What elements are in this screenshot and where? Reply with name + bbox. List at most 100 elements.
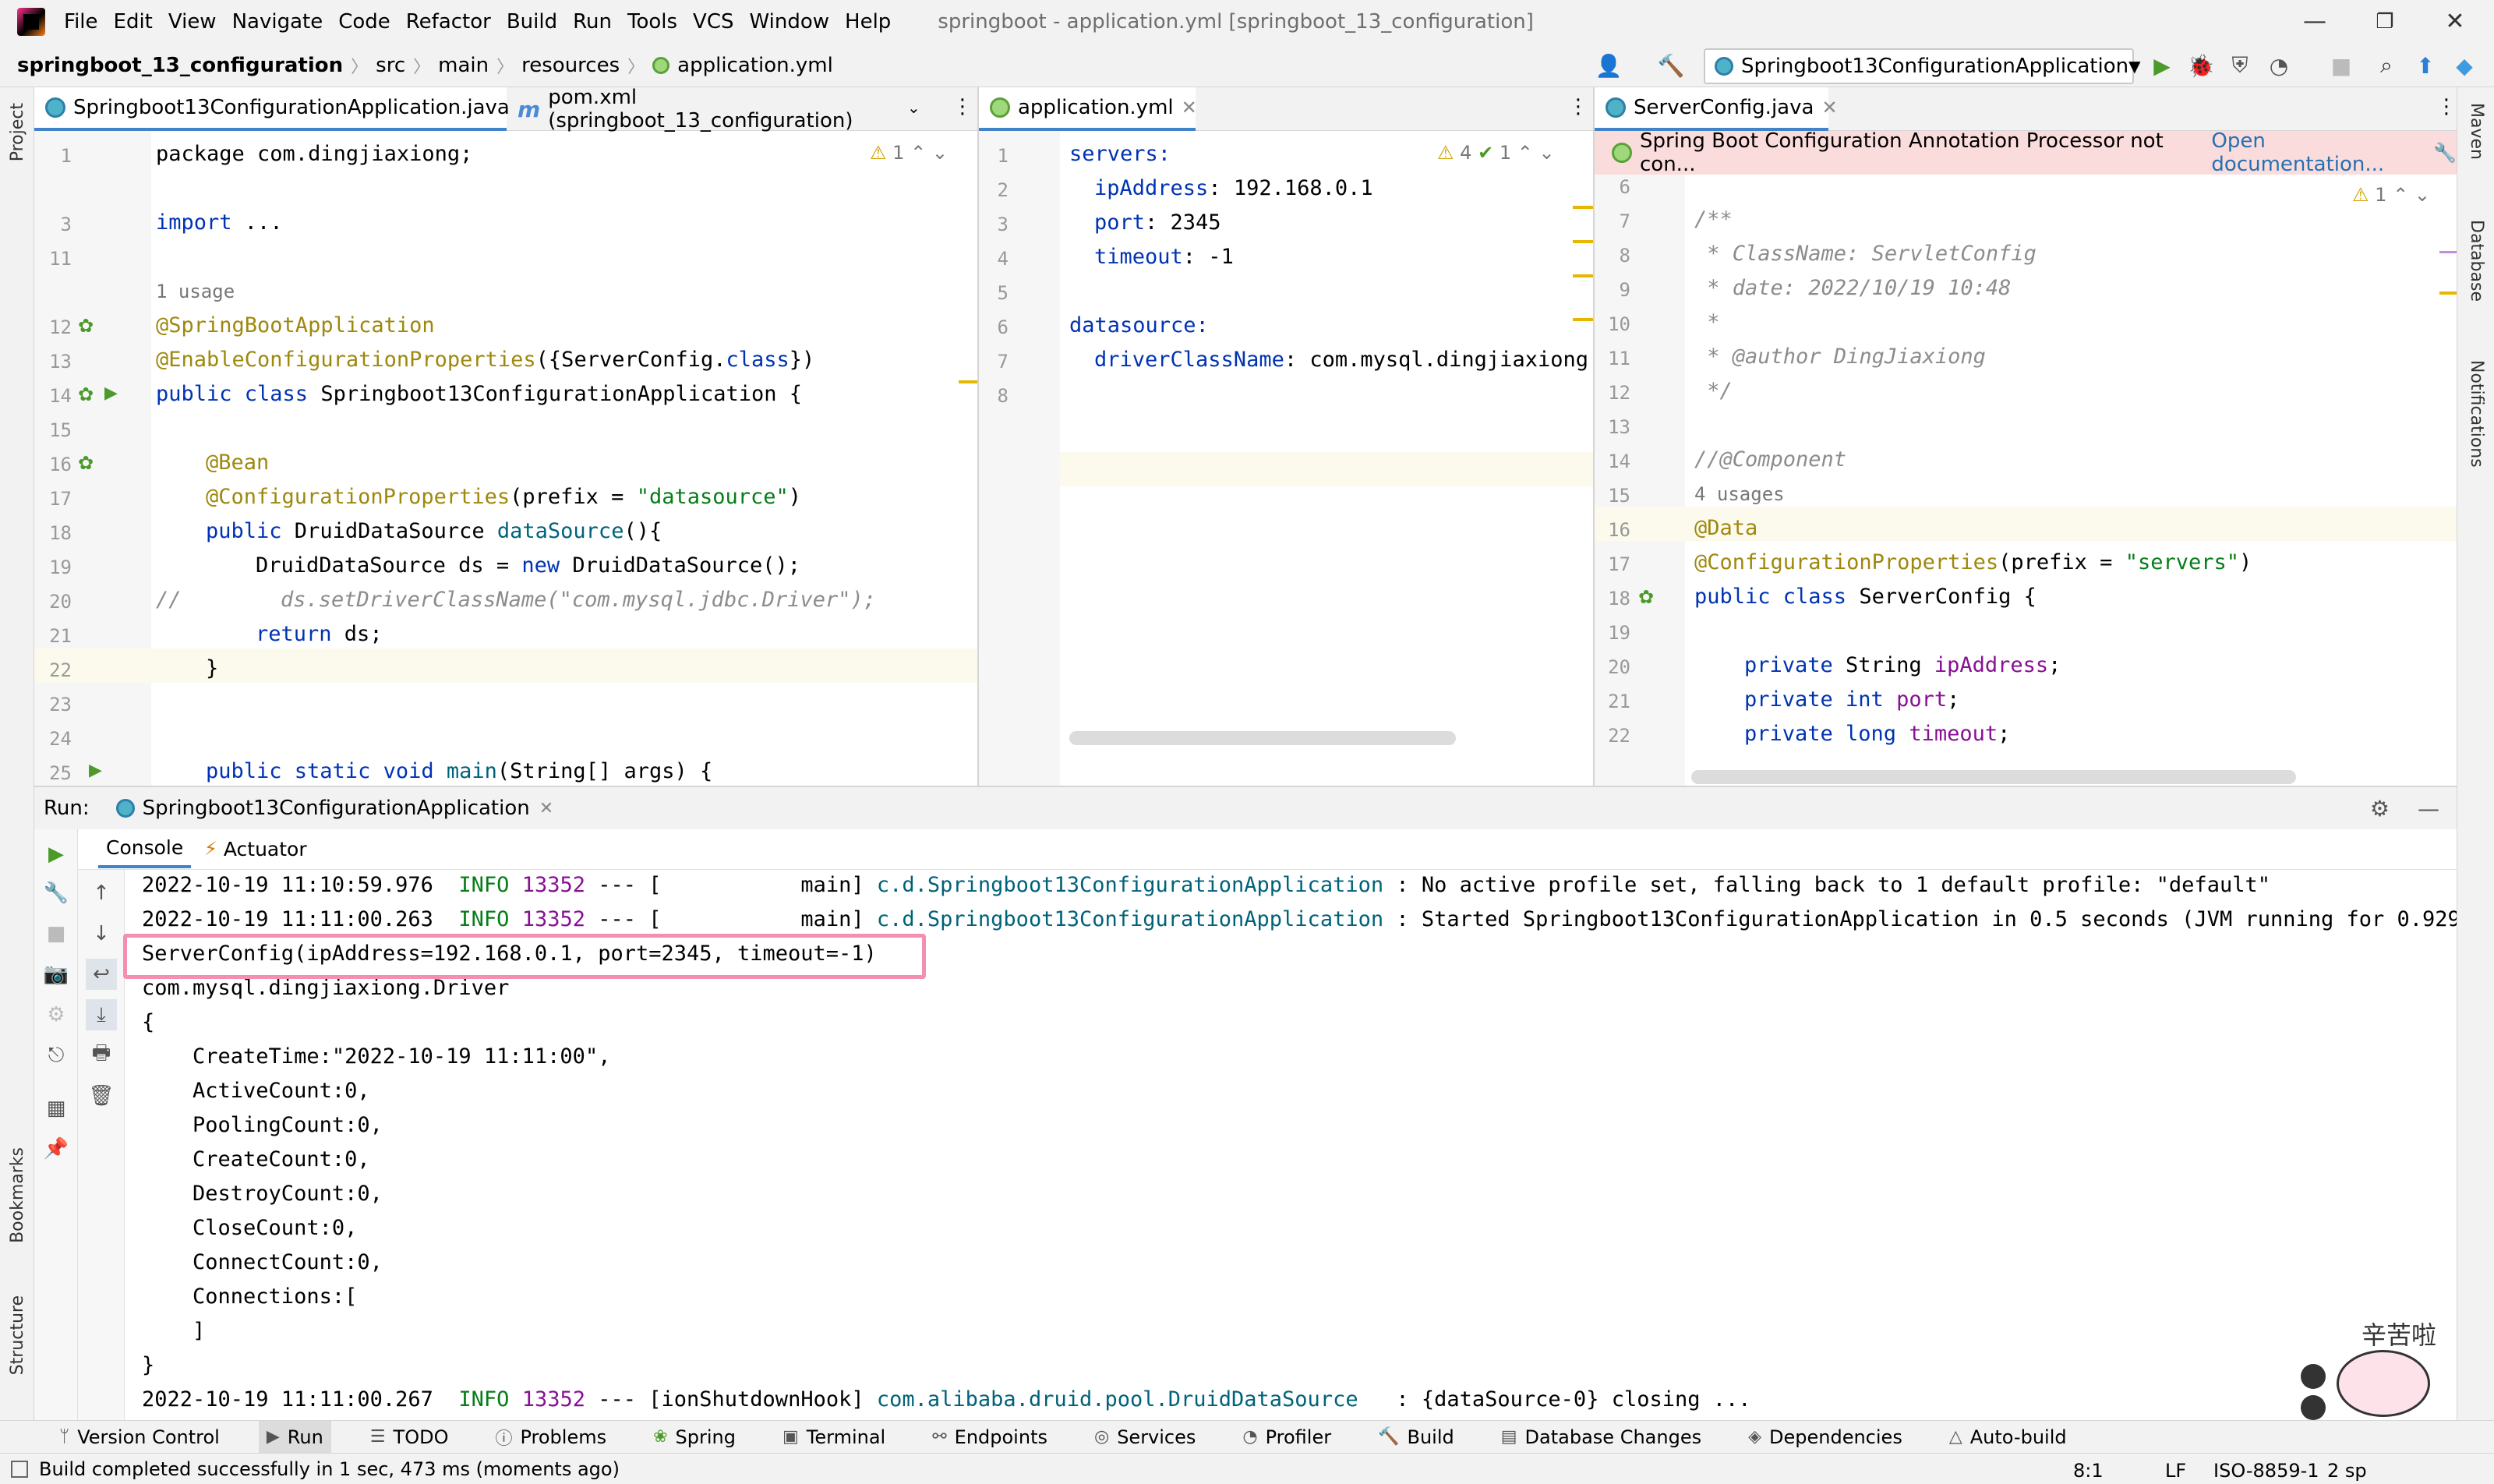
structure-tool-button[interactable]: Structure <box>8 1295 27 1375</box>
open-documentation-link[interactable]: Open documentation... <box>2211 129 2422 176</box>
layout-icon[interactable]: ▦ <box>41 1093 72 1124</box>
tab-main-class[interactable]: Springboot13ConfigurationApplication.jav… <box>34 87 510 131</box>
inspection-widget[interactable]: ⚠ 1 ⌃ ⌄ <box>2352 184 2430 206</box>
restore-icon[interactable]: ❐ <box>2369 6 2400 37</box>
wrench-icon[interactable]: 🔧 <box>41 878 72 909</box>
tool-dependencies[interactable]: ◈ Dependencies <box>1740 1421 1910 1454</box>
menu-build[interactable]: Build <box>507 10 557 34</box>
more-options-icon[interactable]: ⋮ <box>952 95 973 118</box>
menu-refactor[interactable]: Refactor <box>406 10 491 34</box>
chevron-down-icon[interactable]: ⌄ <box>1539 142 1555 164</box>
chevron-up-icon[interactable]: ⌃ <box>2393 184 2408 206</box>
tab-application-yml[interactable]: application.yml ✕ <box>979 87 1197 131</box>
more-options-icon[interactable]: ⋮ <box>2436 95 2457 118</box>
close-window-icon[interactable]: ✕ <box>2439 6 2471 37</box>
stop-icon[interactable]: ■ <box>41 918 72 949</box>
settings-gear-icon[interactable]: ⚙ <box>2370 796 2390 822</box>
chevron-down-icon[interactable]: ⌄ <box>932 142 948 164</box>
minimize-icon[interactable]: — <box>2299 6 2330 37</box>
run-gutter-icon[interactable]: ▶ <box>104 383 118 403</box>
run-gutter-icon[interactable]: ▶ <box>89 761 102 780</box>
more-options-icon[interactable]: ⋮ <box>1568 95 1588 118</box>
tool-run[interactable]: ▶ Run <box>258 1420 331 1454</box>
horizontal-scrollbar[interactable] <box>1069 731 1456 745</box>
notifications-tool-button[interactable]: Notifications <box>2467 360 2486 468</box>
scroll-to-end-icon[interactable]: ⤓ <box>86 999 117 1030</box>
search-icon[interactable]: ⌕ <box>2372 51 2400 80</box>
inspection-widget[interactable]: ⚠ 1 ⌃ ⌄ <box>870 142 948 164</box>
menu-tools[interactable]: Tools <box>627 10 677 34</box>
status-window-icon[interactable] <box>11 1460 28 1478</box>
close-tab-icon[interactable]: ✕ <box>1821 97 1837 118</box>
line-separator[interactable]: LF <box>2165 1460 2186 1482</box>
rerun-icon[interactable]: ▶ <box>41 839 72 870</box>
coverage-icon[interactable]: ⛨ <box>2226 51 2254 80</box>
maven-tool-button[interactable]: Maven <box>2467 103 2486 160</box>
trash-icon[interactable]: 🗑 <box>86 1080 117 1111</box>
menu-edit[interactable]: Edit <box>114 10 153 34</box>
breadcrumb-file[interactable]: application.yml <box>677 54 833 77</box>
tabs-dropdown-chevron-icon[interactable]: ⌄ <box>907 98 920 117</box>
exit-icon[interactable]: ⎋ <box>41 1040 72 1071</box>
tool-spring[interactable]: ❀ Spring <box>645 1421 744 1454</box>
tab-pom[interactable]: m pom.xml (springboot_13_configuration) <box>507 87 927 132</box>
debug-icon[interactable]: 🐞 <box>2187 51 2215 80</box>
run-icon[interactable]: ▶ <box>2148 51 2176 80</box>
spring-bean-gutter-icon[interactable]: ✿ <box>78 383 94 405</box>
tool-build[interactable]: 🔨 Build <box>1370 1421 1462 1454</box>
tab-server-config[interactable]: ServerConfig.java ✕ <box>1595 87 1838 131</box>
tool-version-control[interactable]: ᛘ Version Control <box>51 1421 228 1454</box>
user-icon[interactable]: 👤 <box>1595 51 1623 80</box>
breadcrumb-project[interactable]: springboot_13_configuration <box>17 54 343 77</box>
chevron-down-icon[interactable]: ⌄ <box>2415 184 2430 206</box>
gear-icon[interactable]: ⚙ <box>41 999 72 1030</box>
inspection-widget[interactable]: ⚠ 4 ✔ 1 ⌃ ⌄ <box>1437 142 1555 164</box>
indent-setting[interactable]: 2 sp <box>2327 1460 2367 1482</box>
spring-bean-gutter-icon[interactable]: ✿ <box>1638 586 1654 608</box>
tool-auto-build[interactable]: △ Auto-build <box>1941 1421 2075 1454</box>
stop-icon[interactable]: ■ <box>2327 51 2355 80</box>
file-encoding[interactable]: ISO-8859-1 <box>2213 1460 2319 1482</box>
camera-icon[interactable]: 📷 <box>41 959 72 990</box>
breadcrumb-resources[interactable]: resources <box>521 54 620 77</box>
arrow-up-icon[interactable]: ↑ <box>86 878 117 909</box>
tool-profiler[interactable]: ◔ Profiler <box>1235 1421 1339 1454</box>
menu-navigate[interactable]: Navigate <box>232 10 323 34</box>
menu-code[interactable]: Code <box>338 10 390 34</box>
breadcrumb-main[interactable]: main <box>438 54 489 77</box>
spring-bean-gutter-icon[interactable]: ✿ <box>78 315 94 337</box>
menu-run[interactable]: Run <box>573 10 612 34</box>
arrow-down-icon[interactable]: ↓ <box>86 918 117 949</box>
tool-endpoints[interactable]: ⚯ Endpoints <box>924 1421 1055 1454</box>
tool-services[interactable]: ◎ Services <box>1086 1421 1203 1454</box>
pin-icon[interactable]: 📌 <box>41 1133 72 1164</box>
run-tab-label[interactable]: Springboot13ConfigurationApplication <box>143 797 530 820</box>
subtab-actuator[interactable]: ⚡ Actuator <box>204 829 307 868</box>
menu-window[interactable]: Window <box>750 10 830 34</box>
bookmarks-tool-button[interactable]: Bookmarks <box>8 1147 27 1243</box>
spring-bean-gutter-icon[interactable]: ✿ <box>78 452 94 474</box>
chevron-up-icon[interactable]: ⌃ <box>1517 142 1533 164</box>
tool-terminal[interactable]: ▣ Terminal <box>775 1421 893 1454</box>
tool-todo[interactable]: ☰ TODO <box>362 1421 457 1454</box>
menu-vcs[interactable]: VCS <box>693 10 733 34</box>
close-tab-icon[interactable]: ✕ <box>1182 97 1197 118</box>
profile-icon[interactable]: ◔ <box>2265 51 2293 80</box>
horizontal-scrollbar[interactable] <box>1691 770 2296 784</box>
tool-problems[interactable]: ⓘ Problems <box>487 1421 614 1454</box>
menu-view[interactable]: View <box>168 10 217 34</box>
wrench-icon[interactable]: 🔧 <box>2433 142 2457 164</box>
print-icon[interactable]: 🖶 <box>86 1040 117 1071</box>
chevron-up-icon[interactable]: ⌃ <box>910 142 926 164</box>
database-tool-button[interactable]: Database <box>2467 220 2486 302</box>
tool-database-changes[interactable]: ▤ Database Changes <box>1493 1421 1709 1454</box>
menu-file[interactable]: File <box>64 10 98 34</box>
soft-wrap-icon[interactable]: ↩ <box>86 959 117 990</box>
breadcrumb-src[interactable]: src <box>376 54 405 77</box>
cursor-position[interactable]: 8:1 <box>2073 1460 2104 1482</box>
subtab-console[interactable]: Console <box>98 829 192 868</box>
plugin-logo-icon[interactable]: ◆ <box>2450 51 2478 80</box>
menu-help[interactable]: Help <box>845 10 891 34</box>
run-configuration-select[interactable]: Springboot13ConfigurationApplication ▼ <box>1704 48 2141 84</box>
build-hammer-icon[interactable]: 🔨 <box>1657 51 1685 80</box>
